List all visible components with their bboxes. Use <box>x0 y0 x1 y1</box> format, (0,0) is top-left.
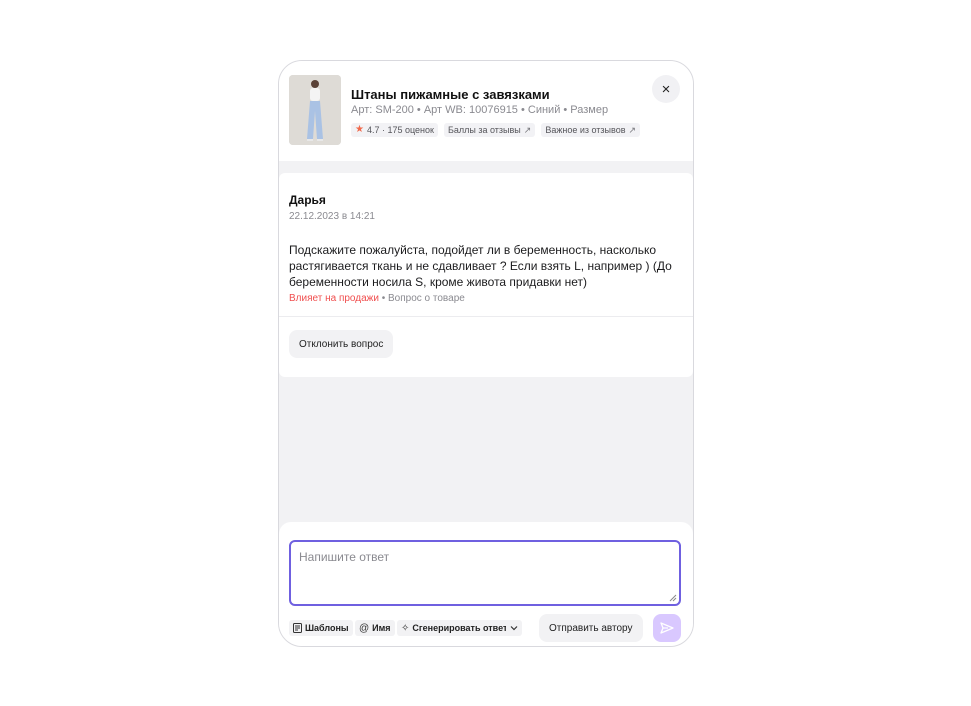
resize-handle-icon[interactable] <box>669 594 677 602</box>
name-label: Имя <box>372 623 391 633</box>
document-icon <box>293 623 302 633</box>
question-card: Дарья 22.12.2023 в 14:21 Подскажите пожа… <box>279 173 693 377</box>
external-arrow-icon: ↗ <box>628 124 637 135</box>
star-icon: ★ <box>355 124 364 135</box>
insert-name-button[interactable]: @ Имя <box>355 620 395 636</box>
reply-box <box>289 540 681 606</box>
templates-label: Шаблоны <box>305 623 349 633</box>
send-button[interactable] <box>653 614 681 642</box>
close-icon: × <box>661 80 671 98</box>
reply-section: Шаблоны @ Имя ✧ Сгенерировать ответ Отпр… <box>279 522 693 646</box>
generate-label: Сгенерировать ответ <box>412 623 508 633</box>
product-chips: ★ 4.7 · 175 оценок Баллы за отзывы ↗ Важ… <box>351 123 641 137</box>
question-date: 22.12.2023 в 14:21 <box>289 211 375 222</box>
external-arrow-icon: ↗ <box>523 124 532 135</box>
question-tags: Влияет на продажи • Вопрос о товаре <box>289 293 465 304</box>
generate-answer-button[interactable]: ✧ Сгенерировать ответ <box>397 620 512 636</box>
question-type-tag: • Вопрос о товаре <box>378 293 465 304</box>
send-icon <box>660 622 674 634</box>
question-text: Подскажите пожалуйста, подойдет ли в бер… <box>289 243 672 289</box>
rating-chip: ★ 4.7 · 175 оценок <box>351 123 438 137</box>
question-panel: Штаны пижамные с завязками Арт: SM-200 •… <box>278 60 694 647</box>
send-to-author-button[interactable]: Отправить автору <box>539 614 643 642</box>
product-header: Штаны пижамные с завязками Арт: SM-200 •… <box>279 61 693 161</box>
important-reviews-link[interactable]: Важное из отзывов ↗ <box>541 123 641 137</box>
divider <box>279 316 693 317</box>
close-button[interactable]: × <box>652 75 680 103</box>
reviews-points-link[interactable]: Баллы за отзывы ↗ <box>443 123 536 137</box>
rating-text: 4.7 · 175 оценок <box>366 125 434 135</box>
chevron-down-icon <box>510 626 518 631</box>
reviews-points-label: Баллы за отзывы <box>447 125 521 135</box>
product-meta: Арт: SM-200 • Арт WB: 10076915 • Синий •… <box>351 104 609 116</box>
reply-toolbar: Шаблоны @ Имя ✧ Сгенерировать ответ Отпр… <box>289 614 683 642</box>
question-author: Дарья <box>289 193 326 207</box>
templates-button[interactable]: Шаблоны <box>289 620 353 636</box>
product-photo <box>289 75 341 145</box>
sales-impact-tag: Влияет на продажи <box>289 293 379 304</box>
reply-input[interactable] <box>291 542 679 604</box>
at-icon: @ <box>359 622 370 634</box>
generate-options-dropdown[interactable] <box>506 620 522 636</box>
product-title: Штаны пижамные с завязками <box>351 87 550 102</box>
sparkle-icon: ✧ <box>401 622 410 634</box>
product-photo-illustration <box>289 75 341 145</box>
important-reviews-label: Важное из отзывов <box>545 125 626 135</box>
reject-question-button[interactable]: Отклонить вопрос <box>289 330 394 358</box>
